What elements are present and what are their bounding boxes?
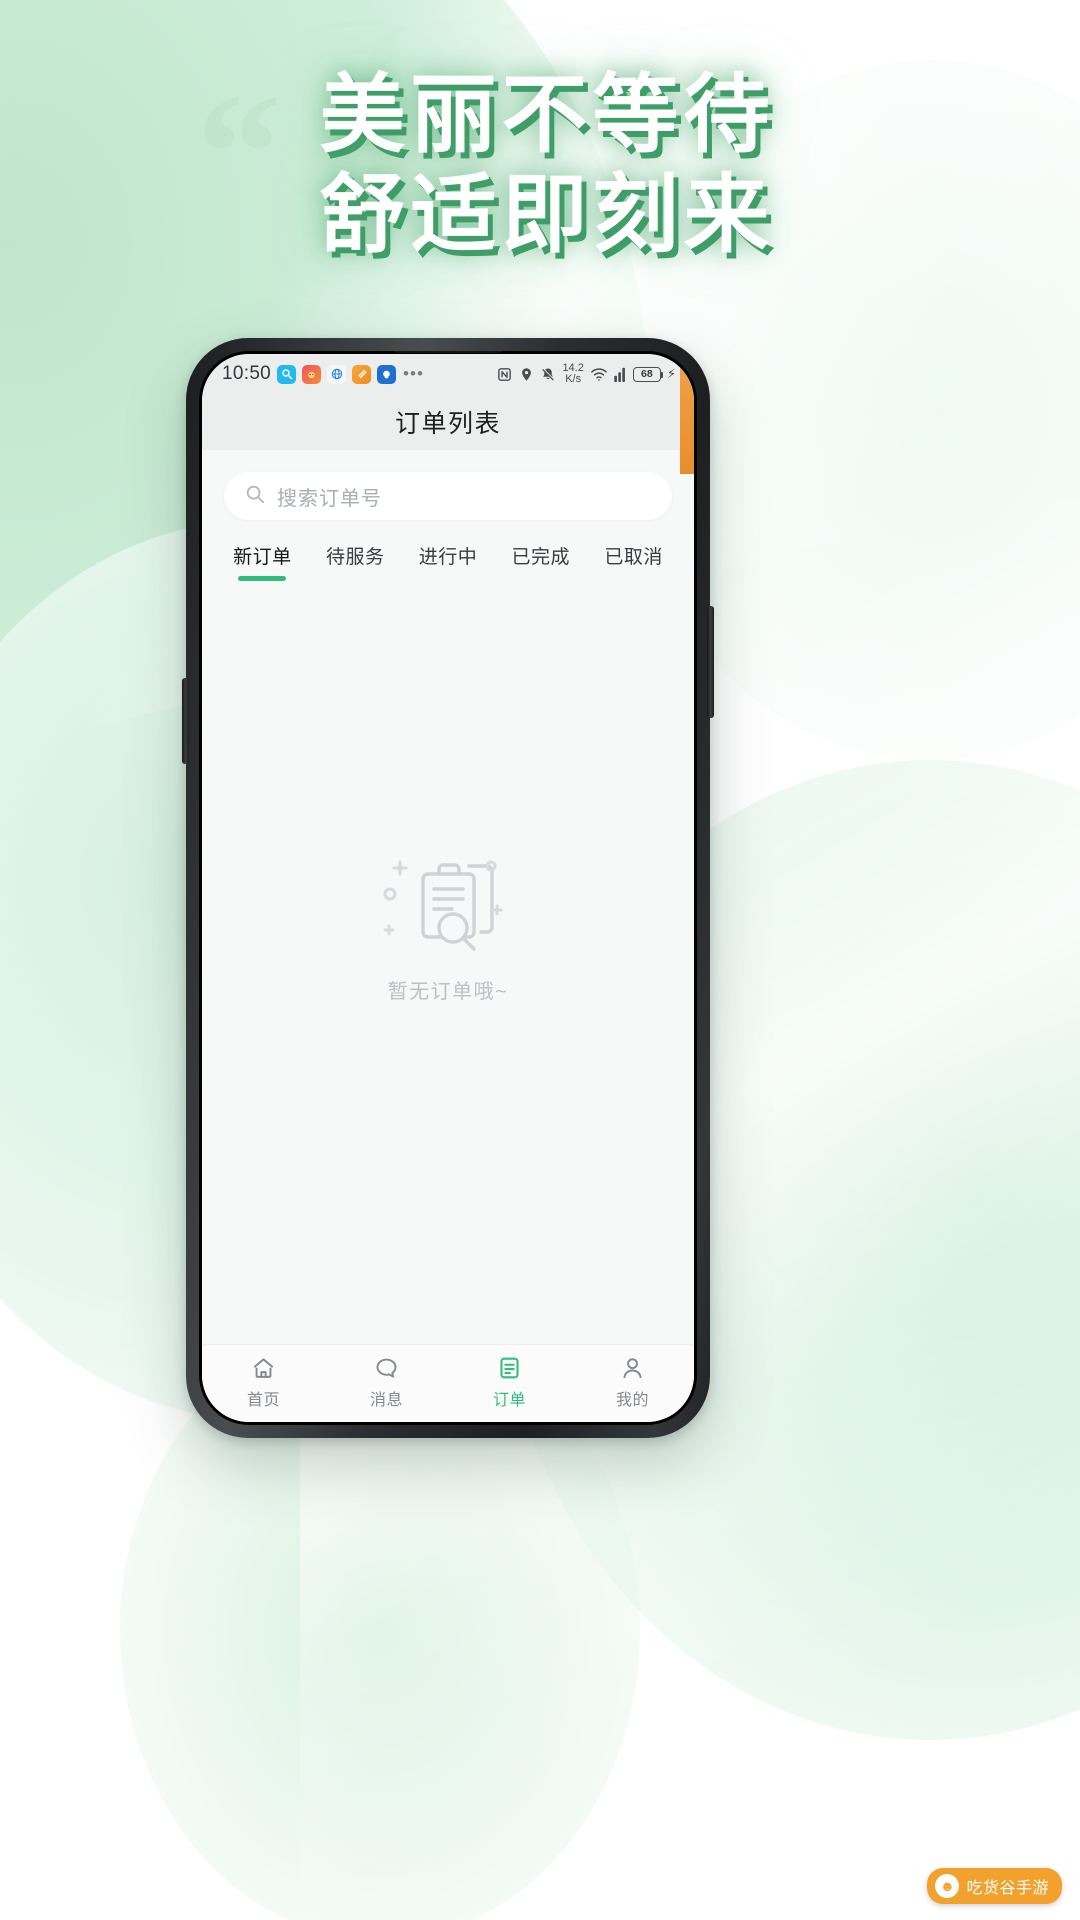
search-input[interactable]: 搜索订单号: [224, 472, 672, 520]
tab-cancelled[interactable]: 已取消: [587, 542, 680, 589]
signal-bars-icon: [614, 366, 627, 382]
bottom-navigation-bar: 首页 消息 订单 我的: [202, 1344, 694, 1422]
watermark-badge[interactable]: ☻ 吃货谷手游: [927, 1868, 1062, 1904]
wifi-icon: [590, 367, 608, 382]
tab-label: 待服务: [325, 547, 385, 568]
order-list-icon: [496, 1354, 523, 1381]
tab-label: 已完成: [511, 547, 571, 568]
location-pin-icon: [519, 366, 534, 383]
blue-app-icon: [377, 364, 397, 384]
app-header: 订单列表: [202, 394, 694, 450]
tab-label: 新订单: [233, 547, 292, 568]
chat-bubble-icon: [373, 1354, 400, 1381]
order-list-content: 暂无订单哦~: [202, 589, 694, 1344]
nav-label: 订单: [492, 1391, 526, 1409]
empty-state: 暂无订单哦~: [202, 844, 694, 1004]
headline-line-2: 舒适即刻来: [319, 166, 775, 263]
order-status-tabs: 新订单 待服务 进行中 已完成 已取消: [202, 532, 694, 589]
home-icon: [250, 1354, 277, 1381]
tab-active-underline: [424, 576, 472, 581]
battery-percent-label: 68: [641, 368, 653, 380]
volume-button[interactable]: [182, 678, 189, 764]
power-button[interactable]: [707, 606, 714, 718]
phone-screen: 10:50 ••• 14.2 K/s 68 ⚡ 订单列表 搜索订单号 新订单 待…: [202, 354, 694, 1422]
tab-label: 进行中: [418, 547, 478, 568]
tab-active-underline: [610, 576, 658, 581]
nav-item-messages[interactable]: 消息: [325, 1354, 448, 1410]
tab-active-underline: [238, 576, 287, 581]
nav-label: 消息: [369, 1391, 403, 1409]
page-title: 订单列表: [394, 410, 501, 438]
status-bar-clock: 10:50: [222, 363, 272, 384]
tab-completed[interactable]: 已完成: [494, 542, 587, 589]
search-app-icon: [277, 364, 297, 384]
mascot-icon: ☻: [935, 1874, 960, 1898]
nav-item-orders[interactable]: 订单: [448, 1354, 571, 1410]
network-speed-unit: K/s: [565, 373, 582, 385]
phone-bezel: 10:50 ••• 14.2 K/s 68 ⚡ 订单列表 搜索订单号 新订单 待…: [199, 351, 697, 1425]
nav-label: 首页: [246, 1391, 280, 1409]
network-speed-indicator: 14.2 K/s: [562, 363, 583, 385]
charging-bolt-icon: ⚡: [666, 366, 676, 381]
tab-active-underline: [331, 576, 379, 581]
promo-headline-block: “ 美丽不等待 舒适即刻来: [0, 66, 1080, 266]
tab-pending-service[interactable]: 待服务: [309, 542, 402, 589]
headline-line-1: 美丽不等待: [319, 67, 775, 163]
nav-item-profile[interactable]: 我的: [571, 1354, 694, 1410]
search-section: 搜索订单号: [202, 450, 694, 532]
person-icon: [619, 1354, 646, 1381]
nav-label: 我的: [615, 1391, 649, 1409]
empty-order-document-search-illustration: [373, 844, 523, 961]
watermark-label: 吃货谷手游: [966, 1880, 1049, 1897]
tab-active-underline: [517, 576, 565, 581]
phone-mockup-frame: 10:50 ••• 14.2 K/s 68 ⚡ 订单列表 搜索订单号 新订单 待…: [182, 338, 714, 1438]
tab-new-orders[interactable]: 新订单: [216, 542, 309, 589]
globe-app-icon: [327, 364, 347, 384]
status-bar-right-group: 14.2 K/s 68 ⚡: [496, 363, 676, 385]
pink-app-icon: [302, 364, 322, 384]
battery-indicator: 68: [632, 366, 664, 382]
empty-state-text: 暂无订单哦~: [387, 981, 509, 1003]
search-placeholder-text: 搜索订单号: [277, 487, 382, 510]
earpiece-slit-icon: [392, 351, 504, 353]
orange-app-icon: [352, 364, 372, 384]
status-bar: 10:50 ••• 14.2 K/s 68 ⚡: [202, 354, 694, 394]
nav-item-home[interactable]: 首页: [202, 1354, 325, 1410]
notifications-muted-icon: [540, 366, 556, 383]
tab-label: 已取消: [604, 547, 663, 568]
tab-in-progress[interactable]: 进行中: [402, 542, 495, 589]
search-icon: [244, 483, 266, 510]
status-overflow-ellipsis: •••: [403, 364, 424, 383]
nfc-icon: [496, 366, 513, 383]
